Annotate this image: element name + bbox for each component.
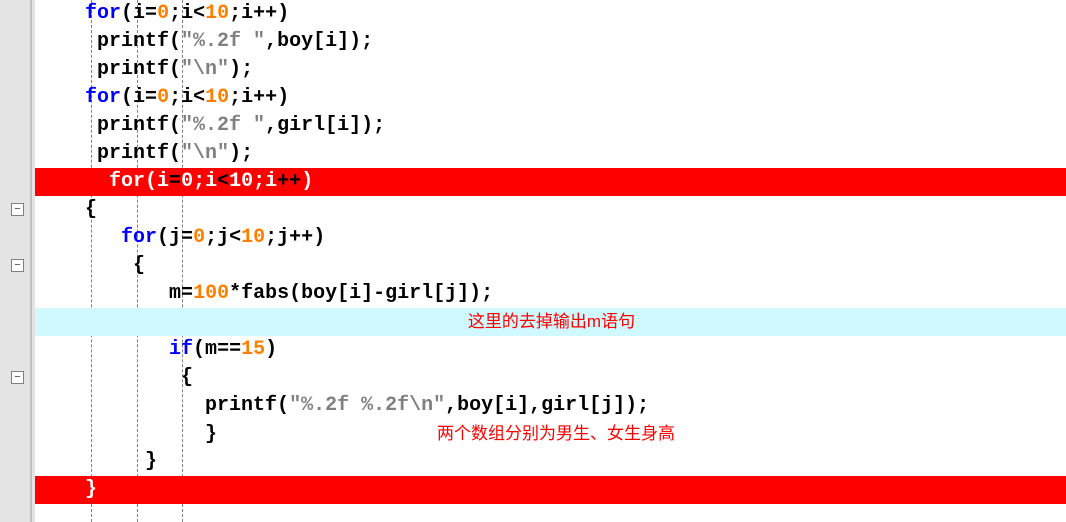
gutter: − − − [0, 0, 35, 522]
code-line[interactable]: m=100*fabs(boy[i]-girl[j]); [35, 280, 1066, 308]
fold-marker[interactable]: − [11, 259, 24, 272]
code-line[interactable]: { [35, 196, 1066, 224]
code-editor: − − − for(i=0;i<10;i++) printf("%.2f ",b… [0, 0, 1066, 522]
code-line[interactable]: for(j=0;j<10;j++) [35, 224, 1066, 252]
annotation-text: 两个数组分别为男生、女生身高 [437, 424, 675, 443]
code-line[interactable]: { [35, 252, 1066, 280]
code-line[interactable]: if(m==15) [35, 336, 1066, 364]
fold-marker[interactable]: − [11, 371, 24, 384]
code-line[interactable]: for(i=0;i<10;i++) [35, 84, 1066, 112]
code-line[interactable]: printf("%.2f %.2f\n",boy[i],girl[j]); [35, 392, 1066, 420]
code-line[interactable]: }两个数组分别为男生、女生身高 [35, 420, 1066, 448]
code-line-highlight[interactable]: } [35, 476, 1066, 504]
code-line[interactable]: printf("\n"); [35, 140, 1066, 168]
code-line[interactable]: } [35, 448, 1066, 476]
code-line[interactable]: printf("%.2f ",boy[i]); [35, 28, 1066, 56]
code-line-annotation[interactable]: 这里的去掉输出m语句 [35, 308, 1066, 336]
code-line[interactable]: printf("\n"); [35, 56, 1066, 84]
fold-marker[interactable]: − [11, 203, 24, 216]
code-line[interactable]: printf("%.2f ",girl[i]); [35, 112, 1066, 140]
code-area[interactable]: for(i=0;i<10;i++) printf("%.2f ",boy[i])… [35, 0, 1066, 522]
code-line[interactable]: { [35, 364, 1066, 392]
annotation-text: 这里的去掉输出m语句 [468, 312, 635, 331]
code-line[interactable]: for(i=0;i<10;i++) [35, 0, 1066, 28]
code-line-highlight[interactable]: for(i=0;i<10;i++) [35, 168, 1066, 196]
